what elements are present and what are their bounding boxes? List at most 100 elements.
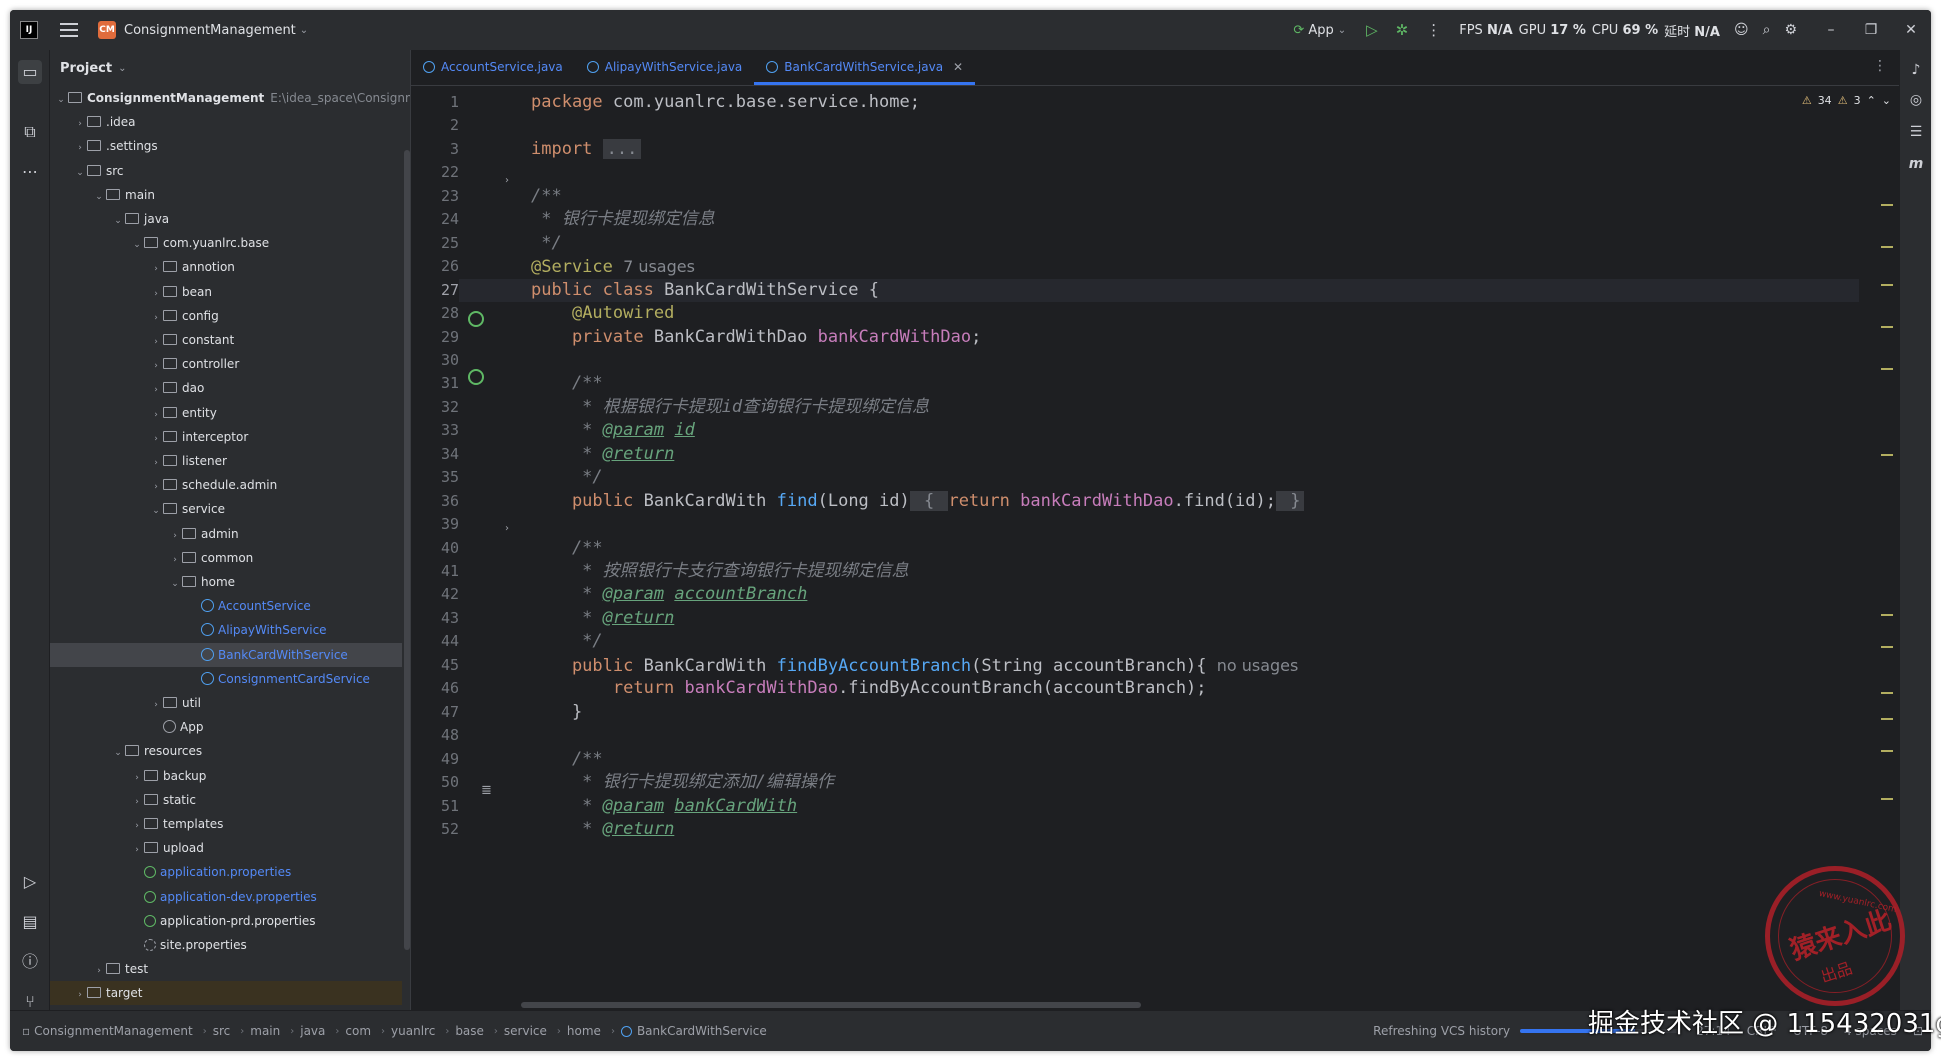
- chevron-right-icon[interactable]: ›: [149, 451, 163, 475]
- chevron-right-icon[interactable]: ›: [73, 983, 87, 1007]
- background-task[interactable]: Refreshing VCS history: [1373, 1024, 1510, 1038]
- chevron-right-icon[interactable]: ›: [149, 403, 163, 427]
- chevron-right-icon[interactable]: ›: [73, 112, 87, 136]
- line-number[interactable]: 47: [411, 701, 459, 724]
- tree-item[interactable]: › listener: [50, 449, 402, 473]
- folded-code[interactable]: }: [1276, 490, 1305, 511]
- fold-arrow-icon[interactable]: ›: [505, 175, 509, 186]
- tree-item[interactable]: › config: [50, 304, 402, 328]
- chevron-down-icon[interactable]: ⌄: [111, 741, 125, 765]
- code-line[interactable]: * @return: [531, 443, 674, 466]
- chevron-right-icon[interactable]: ›: [130, 814, 144, 838]
- chevron-right-icon[interactable]: ›: [149, 257, 163, 281]
- chevron-right-icon[interactable]: ›: [149, 330, 163, 354]
- code-line[interactable]: * @param bankCardWith: [531, 795, 797, 818]
- line-number[interactable]: 51: [411, 795, 459, 818]
- run-button[interactable]: ▷: [1366, 21, 1378, 39]
- fold-arrow-icon[interactable]: ›: [505, 523, 509, 534]
- tree-item[interactable]: › .settings: [50, 134, 402, 158]
- tree-item[interactable]: ⌄ main: [50, 183, 402, 207]
- line-number[interactable]: 42: [411, 583, 459, 606]
- code-line[interactable]: public BankCardWith findByAccountBranch(…: [531, 654, 1298, 677]
- code-line[interactable]: * 银行卡提现绑定信息: [531, 208, 714, 231]
- stripe-mark[interactable]: [1881, 718, 1893, 720]
- stripe-mark[interactable]: [1881, 368, 1893, 370]
- code-line[interactable]: /**: [531, 185, 562, 208]
- search-icon[interactable]: ⌕: [1763, 22, 1771, 38]
- more-actions-button[interactable]: ⋮: [1426, 21, 1441, 39]
- tree-item[interactable]: AlipayWithService: [50, 618, 402, 642]
- folded-code[interactable]: ...: [602, 138, 642, 159]
- line-number[interactable]: 46: [411, 677, 459, 700]
- code-line[interactable]: * 银行卡提现绑定添加/编辑操作: [531, 771, 834, 794]
- chevron-right-icon[interactable]: ›: [149, 306, 163, 330]
- code-line[interactable]: }: [531, 701, 582, 724]
- stripe-mark[interactable]: [1881, 454, 1893, 456]
- line-number[interactable]: 26: [411, 255, 459, 278]
- code-line[interactable]: public BankCardWith find(Long id) { retu…: [531, 490, 1305, 513]
- tree-item[interactable]: ⌄ service: [50, 497, 402, 521]
- chevron-down-icon[interactable]: ⌄: [149, 499, 163, 523]
- code-line[interactable]: /**: [531, 372, 603, 395]
- line-number[interactable]: 29: [411, 326, 459, 349]
- tree-item[interactable]: site.properties: [50, 933, 402, 957]
- line-number[interactable]: 52: [411, 818, 459, 841]
- line-number[interactable]: 36: [411, 490, 459, 513]
- stripe-mark[interactable]: [1881, 750, 1893, 752]
- gear-icon[interactable]: ⚙: [1784, 22, 1797, 38]
- breadcrumb-item[interactable]: BankCardWithService: [637, 1024, 767, 1038]
- account-icon[interactable]: ☺: [1734, 22, 1749, 38]
- tree-item[interactable]: ⌄ com.yuanlrc.base: [50, 231, 402, 255]
- tree-item[interactable]: › static: [50, 788, 402, 812]
- tree-item[interactable]: › test: [50, 957, 402, 981]
- line-number[interactable]: 24: [411, 208, 459, 231]
- line-number[interactable]: 31: [411, 372, 459, 395]
- editor-tab[interactable]: BankCardWithService.java ✕: [754, 49, 975, 85]
- breadcrumb-item[interactable]: base: [455, 1024, 484, 1038]
- main-menu-button[interactable]: [60, 23, 78, 37]
- tree-item[interactable]: ⌄ src: [50, 159, 402, 183]
- chevron-down-icon[interactable]: ⌄: [73, 161, 87, 185]
- project-switcher[interactable]: ConsignmentManagement: [124, 23, 296, 38]
- breadcrumb-item[interactable]: main: [250, 1024, 280, 1038]
- chevron-right-icon[interactable]: ›: [149, 354, 163, 378]
- breadcrumb-item[interactable]: home: [567, 1024, 601, 1038]
- code-line[interactable]: @Service 7 usages: [531, 255, 695, 278]
- tree-item[interactable]: application-prd.properties: [50, 909, 402, 933]
- usage-hint[interactable]: 7 usages: [613, 257, 695, 276]
- tree-item[interactable]: › upload: [50, 836, 402, 860]
- line-number[interactable]: 50: [411, 771, 459, 794]
- tree-item[interactable]: › common: [50, 546, 402, 570]
- code-line[interactable]: public class BankCardWithService {: [531, 279, 879, 302]
- minimize-button[interactable]: –: [1811, 22, 1851, 38]
- tree-item[interactable]: › schedule.admin: [50, 473, 402, 497]
- breadcrumb-item[interactable]: java: [300, 1024, 325, 1038]
- breadcrumb-item[interactable]: ConsignmentManagement: [34, 1024, 193, 1038]
- tree-item[interactable]: › .idea: [50, 110, 402, 134]
- tree-item[interactable]: AccountService: [50, 594, 402, 618]
- services-icon[interactable]: ▷: [18, 870, 42, 894]
- line-number[interactable]: 22: [411, 161, 459, 184]
- chevron-right-icon[interactable]: ›: [149, 378, 163, 402]
- code-line[interactable]: package com.yuanlrc.base.service.home;: [531, 91, 920, 114]
- close-tab-icon[interactable]: ✕: [953, 60, 963, 74]
- structure-icon[interactable]: ⧉: [18, 120, 42, 144]
- line-number[interactable]: 35: [411, 466, 459, 489]
- line-number[interactable]: 49: [411, 748, 459, 771]
- line-number[interactable]: 25: [411, 232, 459, 255]
- line-number[interactable]: 23: [411, 185, 459, 208]
- code-line[interactable]: private BankCardWithDao bankCardWithDao;: [531, 326, 981, 349]
- restore-button[interactable]: ❐: [1851, 22, 1891, 38]
- code-line[interactable]: return bankCardWithDao.findByAccountBran…: [531, 677, 1207, 700]
- stripe-mark[interactable]: [1881, 326, 1893, 328]
- chevron-right-icon[interactable]: ›: [149, 427, 163, 451]
- debug-button[interactable]: ✲: [1396, 21, 1409, 39]
- line-number[interactable]: 40: [411, 537, 459, 560]
- stripe-mark[interactable]: [1881, 614, 1893, 616]
- tree-item[interactable]: App: [50, 715, 402, 739]
- spring-bean-icon[interactable]: [468, 311, 484, 327]
- code-line[interactable]: */: [531, 466, 602, 489]
- breadcrumb-item[interactable]: src: [213, 1024, 231, 1038]
- chevron-right-icon[interactable]: ›: [130, 766, 144, 790]
- stripe-mark[interactable]: [1881, 692, 1893, 694]
